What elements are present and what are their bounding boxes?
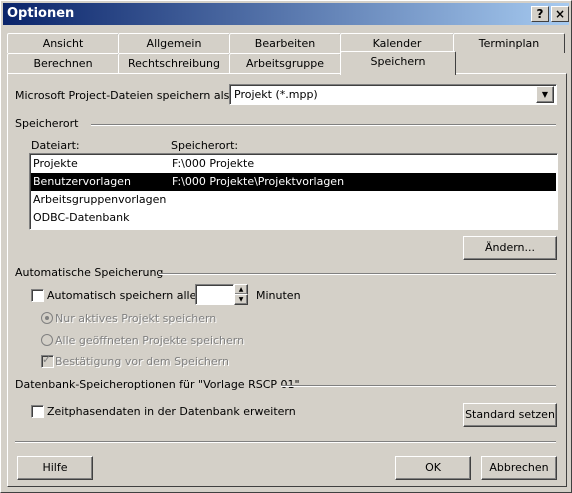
default-button[interactable]: Standard setzen <box>463 403 557 427</box>
change-button[interactable]: Ändern... <box>463 236 557 260</box>
radio-active-project[interactable] <box>41 312 53 324</box>
autosave-label: Automatisch speichern alle: <box>47 289 201 302</box>
options-dialog: Optionen ? × Ansicht Allgemein Bearbeite… <box>0 0 572 493</box>
save-as-select[interactable]: Projekt (*.mpp) ▼ <box>229 84 557 105</box>
tab-arbeitsgruppe[interactable]: Arbeitsgruppe <box>229 53 341 73</box>
list-item-type: Arbeitsgruppenvorlagen <box>33 193 167 206</box>
list-item[interactable]: Arbeitsgruppenvorlagen <box>31 191 556 209</box>
list-item-location: F:\000 Projekte\Projektvorlagen <box>172 175 345 188</box>
confirm-checkbox[interactable]: ✓ <box>41 353 54 368</box>
spin-down-icon[interactable]: ▼ <box>234 294 248 305</box>
list-item[interactable]: ODBC-Datenbank <box>31 209 556 227</box>
help-footer-button[interactable]: Hilfe <box>17 456 93 480</box>
tab-bearbeiten[interactable]: Bearbeiten <box>229 33 341 53</box>
radio-all-projects-label: Alle geöffneten Projekte speichern <box>55 334 245 347</box>
location-group-divider <box>91 124 556 126</box>
chevron-down-icon[interactable]: ▼ <box>536 86 554 103</box>
tab-ansicht[interactable]: Ansicht <box>7 33 119 53</box>
timephase-label: Zeitphasendaten in der Datenbank erweite… <box>47 405 296 418</box>
save-as-value: Projekt (*.mpp) <box>234 88 318 101</box>
tab-kalender[interactable]: Kalender <box>340 33 454 53</box>
autosave-checkbox[interactable] <box>31 289 44 302</box>
list-item-type: Benutzervorlagen <box>33 175 131 188</box>
cancel-button[interactable]: Abbrechen <box>481 456 557 480</box>
save-as-label: Microsoft Project-Dateien speichern als: <box>15 89 234 102</box>
tab-berechnen[interactable]: Berechnen <box>7 53 119 73</box>
minutes-label: Minuten <box>256 289 301 302</box>
timephase-checkbox[interactable] <box>31 405 44 418</box>
tab-rechtschreibung[interactable]: Rechtschreibung <box>118 53 230 73</box>
location-group-label: Speicherort <box>15 117 79 130</box>
list-item-selected[interactable]: Benutzervorlagen F:\000 Projekte\Projekt… <box>31 173 556 191</box>
list-item-location: F:\000 Projekte <box>172 157 255 170</box>
window-title: Optionen <box>7 6 75 21</box>
db-group-label: Datenbank-Speicheroptionen für "Vorlage … <box>15 378 300 391</box>
tab-speichern[interactable]: Speichern <box>340 51 456 75</box>
col-header-location: Speicherort: <box>171 139 239 152</box>
list-item-type: ODBC-Datenbank <box>33 211 130 224</box>
checkmark-icon: ✓ <box>42 353 52 366</box>
footer-divider <box>15 441 556 443</box>
location-list[interactable]: Projekte F:\000 Projekte Benutzervorlage… <box>29 153 558 230</box>
autosave-group-label: Automatische Speicherung <box>15 266 164 279</box>
minutes-input[interactable] <box>195 284 234 305</box>
confirm-label: Bestätigung vor dem Speichern <box>55 355 229 368</box>
close-icon[interactable]: × <box>551 6 569 22</box>
ok-button[interactable]: OK <box>395 456 471 480</box>
help-button[interactable]: ? <box>531 6 549 22</box>
list-item-type: Projekte <box>33 157 78 170</box>
tab-allgemein[interactable]: Allgemein <box>118 33 230 53</box>
list-item[interactable]: Projekte F:\000 Projekte <box>31 155 556 173</box>
autosave-group-divider <box>159 273 556 275</box>
db-group-divider <box>281 385 556 387</box>
col-header-type: Dateiart: <box>31 139 80 152</box>
radio-active-project-label: Nur aktives Projekt speichern <box>55 312 217 325</box>
tab-terminplan[interactable]: Terminplan <box>453 33 565 53</box>
title-bar[interactable]: Optionen ? × <box>3 3 569 25</box>
radio-all-projects[interactable] <box>41 334 53 346</box>
